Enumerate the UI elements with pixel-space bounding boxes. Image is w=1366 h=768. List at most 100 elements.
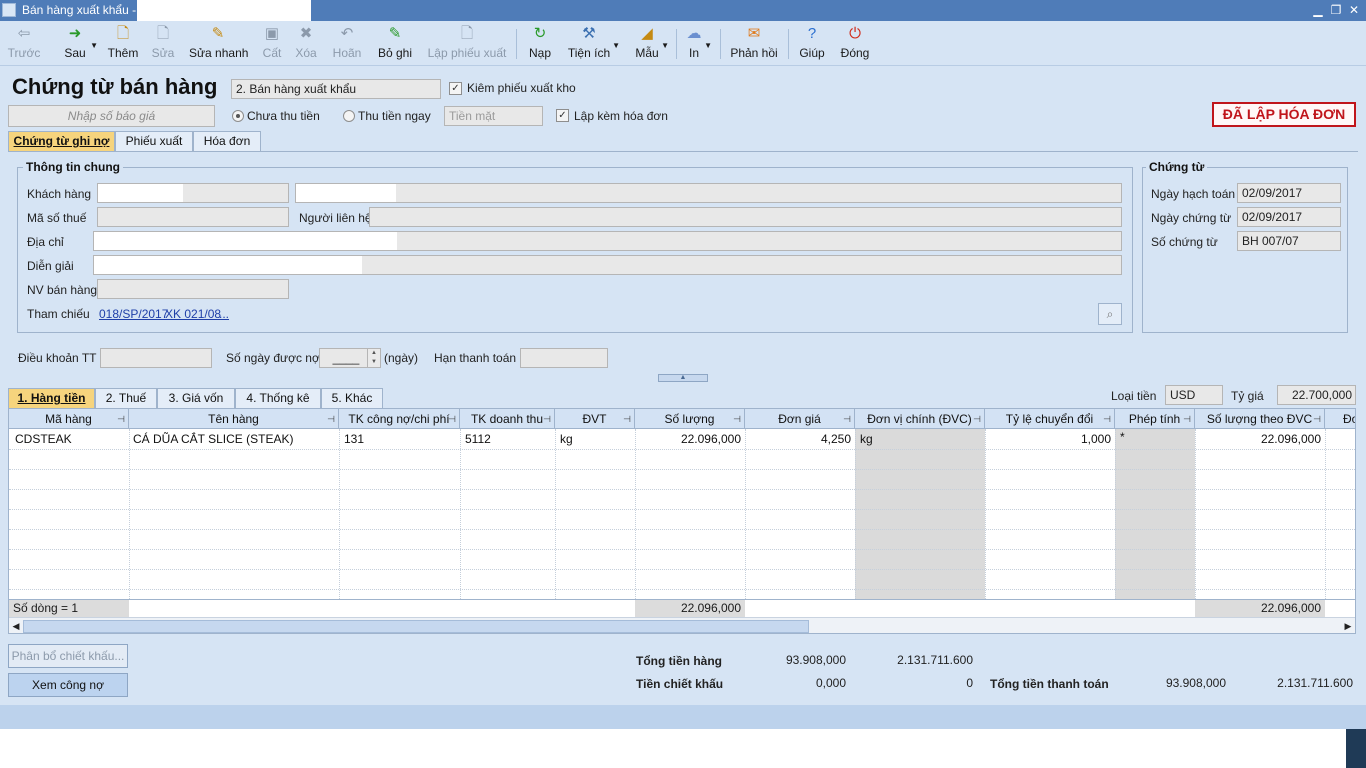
pin-icon[interactable]: ⊣: [1313, 409, 1321, 429]
col-header-main-unit[interactable]: Đơn vị chính (ĐVC) ⊣: [855, 409, 985, 429]
unpost-button[interactable]: ✎ Bỏ ghi: [376, 23, 414, 64]
exchange-rate-input[interactable]: 22.700,000: [1277, 385, 1356, 405]
restore-icon[interactable]: ❐: [1328, 2, 1344, 18]
close-button[interactable]: ⏻ Đóng: [839, 23, 871, 64]
pin-icon[interactable]: ⊣: [843, 409, 851, 429]
pin-icon[interactable]: ⊣: [623, 409, 631, 429]
scroll-left-icon[interactable]: ◀: [10, 619, 22, 633]
reference-search-icon[interactable]: ⌕: [1098, 303, 1122, 325]
description-input[interactable]: [93, 255, 1122, 275]
voucher-date-input[interactable]: 02/09/2017: [1237, 207, 1341, 227]
paid-now-radio[interactable]: [343, 110, 355, 122]
tax-code-input[interactable]: [97, 207, 289, 227]
allocate-discount-button[interactable]: Phân bổ chiết khấu...: [8, 644, 128, 668]
col-header-unit[interactable]: ĐVT ⊣: [555, 409, 635, 429]
cell-name[interactable]: CÁ DŨA CẮT SLICE (STEAK): [129, 429, 339, 449]
address-input[interactable]: [93, 231, 1122, 251]
tab-issue-slip[interactable]: Phiếu xuất: [115, 131, 193, 151]
quote-number-input[interactable]: Nhập số báo giá: [8, 105, 215, 127]
edit-button[interactable]: 🗋 Sửa: [150, 23, 176, 64]
payment-method-select[interactable]: Tiền mặt: [444, 106, 543, 126]
view-debt-button[interactable]: Xem công nợ: [8, 673, 128, 697]
cell-debit-account[interactable]: 131: [340, 429, 460, 449]
utilities-button[interactable]: ⚒ Tiện ích ▼: [566, 23, 620, 64]
pin-icon[interactable]: ⊣: [543, 409, 551, 429]
scrollbar-thumb[interactable]: [23, 620, 809, 633]
salesperson-input[interactable]: [97, 279, 289, 299]
sale-type-select[interactable]: 2. Bán hàng xuất khẩu: [231, 79, 441, 99]
col-header-quantity[interactable]: Số lượng ⊣: [635, 409, 745, 429]
col-header-operation[interactable]: Phép tính ⊣: [1115, 409, 1195, 429]
pin-icon[interactable]: ⊣: [448, 409, 456, 429]
tab-cost[interactable]: 3. Giá vốn: [157, 388, 235, 408]
minimize-icon[interactable]: ▁: [1310, 2, 1326, 18]
reference-more-link[interactable]: ...: [219, 307, 229, 321]
close-window-icon[interactable]: ✕: [1346, 2, 1362, 18]
cell-qty-main-unit[interactable]: 22.096,000: [1195, 429, 1325, 449]
undo-button[interactable]: ↶ Hoãn: [331, 23, 363, 64]
feedback-button[interactable]: ✉ Phản hồi: [729, 23, 779, 64]
pin-icon[interactable]: ⊣: [1103, 409, 1111, 429]
contact-input[interactable]: [369, 207, 1122, 227]
issue-slip-checkbox[interactable]: ✓: [449, 82, 462, 95]
col-header-debit-account[interactable]: TK công nợ/chi phí ⊣: [339, 409, 460, 429]
col-header-extra[interactable]: Đơn: [1325, 409, 1355, 429]
cell-ratio[interactable]: 1,000: [985, 429, 1115, 449]
template-button[interactable]: ◢ Mẫu ▼: [633, 23, 669, 64]
col-header-code[interactable]: Mã hàng ⊣: [9, 409, 129, 429]
pin-icon[interactable]: ⊣: [973, 409, 981, 429]
scroll-right-icon[interactable]: ▶: [1342, 619, 1354, 633]
utilities-dropdown-icon[interactable]: ▼: [612, 41, 620, 50]
pin-icon[interactable]: ⊣: [327, 409, 335, 429]
credit-days-spinner[interactable]: ▲ ▼: [367, 348, 381, 368]
with-invoice-checkbox[interactable]: ✓: [556, 109, 569, 122]
pin-icon[interactable]: ⊣: [733, 409, 741, 429]
print-dropdown-icon[interactable]: ▼: [704, 41, 712, 50]
cell-revenue-account[interactable]: 5112: [461, 429, 555, 449]
tab-invoice[interactable]: Hóa đơn: [193, 131, 261, 151]
delete-button[interactable]: ✖ Xóa: [294, 23, 318, 64]
cell-code[interactable]: CDSTEAK: [11, 429, 129, 449]
next-dropdown-icon[interactable]: ▼: [90, 41, 98, 50]
print-button[interactable]: ☁ In ▼: [684, 23, 713, 64]
save-button[interactable]: ▣ Cất: [260, 23, 284, 64]
col-header-price[interactable]: Đơn giá ⊣: [745, 409, 855, 429]
template-dropdown-icon[interactable]: ▼: [661, 41, 669, 50]
tab-stats[interactable]: 4. Thống kê: [235, 388, 321, 408]
horizontal-scrollbar[interactable]: ◀ ▶: [9, 617, 1355, 633]
col-header-qty-main-unit[interactable]: Số lượng theo ĐVC ⊣: [1195, 409, 1325, 429]
credit-days-input[interactable]: ____: [319, 348, 369, 368]
col-header-ratio[interactable]: Tỷ lệ chuyển đổi ⊣: [985, 409, 1115, 429]
currency-select[interactable]: USD: [1165, 385, 1223, 405]
voucher-no-input[interactable]: BH 007/07: [1237, 231, 1341, 251]
tab-goods[interactable]: 1. Hàng tiền: [8, 388, 95, 408]
payment-terms-input[interactable]: [100, 348, 212, 368]
pin-icon[interactable]: ⊣: [1183, 409, 1191, 429]
cell-quantity[interactable]: 22.096,000: [635, 429, 745, 449]
customer-code-input[interactable]: [97, 183, 289, 203]
posting-date-input[interactable]: 02/09/2017: [1237, 183, 1341, 203]
tab-tax[interactable]: 2. Thuế: [95, 388, 157, 408]
customer-name-input[interactable]: [295, 183, 1122, 203]
help-button[interactable]: ? Giúp: [797, 23, 827, 64]
reload-button[interactable]: ↻ Nạp: [527, 23, 553, 64]
due-date-input[interactable]: [520, 348, 608, 368]
prev-button[interactable]: ⇦ Trước: [6, 23, 42, 64]
col-header-name[interactable]: Tên hàng ⊣: [129, 409, 339, 429]
cell-operation[interactable]: *: [1116, 427, 1195, 447]
cell-main-unit[interactable]: kg: [856, 429, 985, 449]
reference-link-2[interactable]: XK 021/08: [165, 307, 221, 321]
tab-debt-voucher[interactable]: Chứng từ ghi nợ: [8, 131, 115, 151]
col-header-revenue-account[interactable]: TK doanh thu ⊣: [460, 409, 555, 429]
unpaid-radio[interactable]: [232, 110, 244, 122]
pin-icon[interactable]: ⊣: [117, 409, 125, 429]
add-button[interactable]: 🗋 Thêm: [106, 23, 140, 64]
cell-price[interactable]: 4,250: [745, 429, 855, 449]
tab-other[interactable]: 5. Khác: [321, 388, 383, 408]
quick-edit-button[interactable]: ✎ Sửa nhanh: [189, 23, 248, 64]
reference-link-1[interactable]: 018/SP/2017: [99, 307, 168, 321]
cell-unit[interactable]: kg: [556, 429, 635, 449]
collapse-header-icon[interactable]: ▲: [658, 374, 708, 382]
next-button[interactable]: ➜ Sau ▼: [60, 23, 98, 64]
create-issue-slip-button[interactable]: 🗋 Lập phiếu xuất: [426, 23, 508, 64]
